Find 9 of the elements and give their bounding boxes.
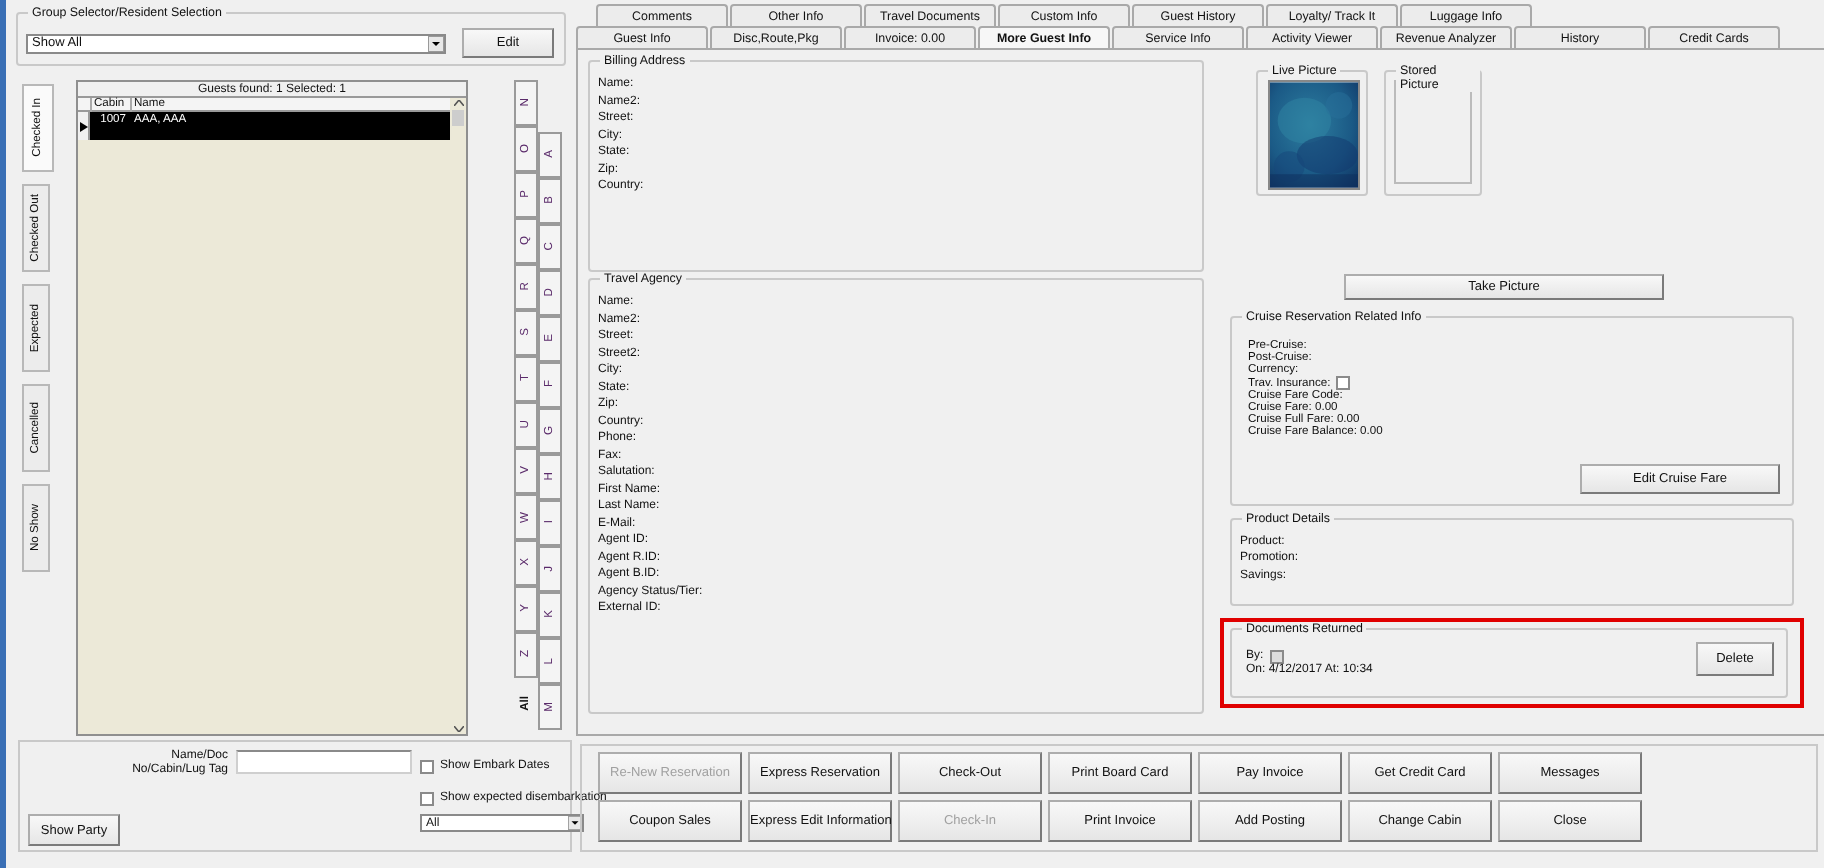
row-pointer-icon xyxy=(79,121,87,131)
insurance-checkbox[interactable] xyxy=(1336,376,1351,390)
scroll-up-icon[interactable] xyxy=(453,100,463,106)
picture-frame xyxy=(1394,80,1472,184)
scroll-down-icon[interactable] xyxy=(453,726,463,732)
dropdown-arrow-icon xyxy=(428,35,444,51)
scrollbar-thumb[interactable] xyxy=(452,110,464,126)
returned-checkbox[interactable] xyxy=(1269,650,1284,664)
search-field[interactable] xyxy=(236,750,412,774)
